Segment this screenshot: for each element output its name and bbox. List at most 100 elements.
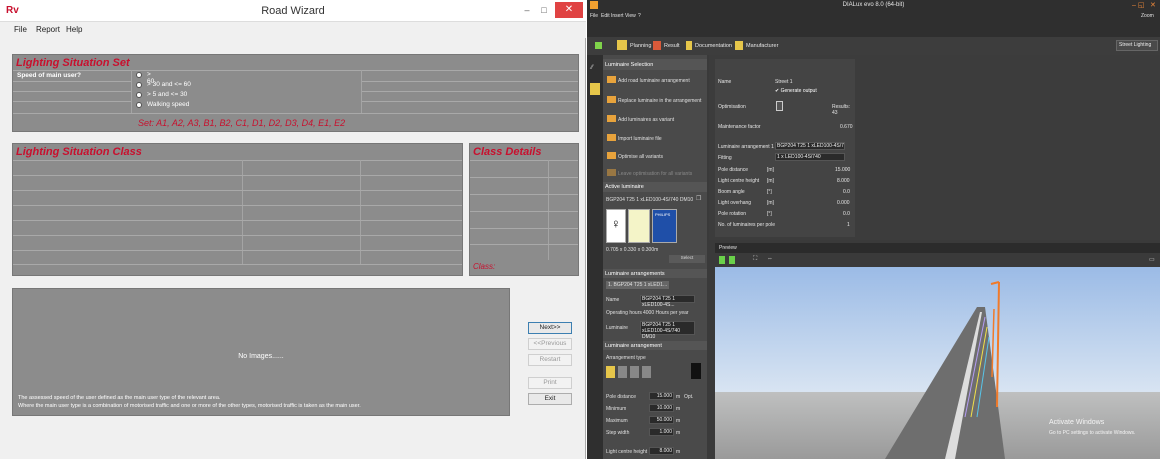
replace-luminaire-icon: [607, 96, 616, 103]
brand-logo: PHILIPS: [652, 209, 677, 243]
images-panel: No Images...... The assessed speed of th…: [12, 288, 510, 416]
menu-report[interactable]: Report: [36, 25, 60, 34]
arrangement-tab[interactable]: 1. BGP204 T25 1 xLED1...: [606, 281, 670, 289]
mode-select[interactable]: Street Lighting: [1116, 40, 1158, 51]
dx-menu-help[interactable]: ?: [638, 13, 641, 19]
arrangement-type-single-icon[interactable]: [606, 366, 615, 378]
radio-button[interactable]: [136, 102, 142, 108]
rail-tool-icon[interactable]: ⁄⁄: [591, 65, 593, 71]
lighting-sets-text: Set: A1, A2, A3, B1, B2, C1, D1, D2, D3,…: [138, 118, 346, 128]
tab-documentation[interactable]: Documentation: [695, 43, 732, 49]
fitting-select[interactable]: 1 x LED100-4S/740: [775, 153, 845, 161]
select-button[interactable]: Select: [669, 255, 705, 263]
maintenance-value[interactable]: 0.670: [840, 124, 853, 130]
copy-icon[interactable]: ❐: [696, 195, 701, 202]
prop-luminaire-arrangement-select[interactable]: BGP204 T25 1 xLED100-4S/740 DM10: [775, 142, 845, 150]
leave-optimisation[interactable]: Leave optimisation for all variants: [618, 171, 692, 177]
maintenance-label: Maintenance factor: [718, 124, 761, 130]
radio-button[interactable]: [136, 72, 142, 78]
dx-menu-edit[interactable]: Edit: [601, 13, 610, 19]
menu-help[interactable]: Help: [66, 25, 82, 34]
arr-luminaire-field[interactable]: BGP204 T25 1 xLED100-4S/740 DM10: [640, 321, 695, 340]
dialux-window: DIALux evo 8.0 (64-bit) – ◱ ✕ File Edit …: [587, 0, 1160, 459]
tab-result[interactable]: Result: [664, 43, 680, 49]
arr-name-field[interactable]: BGP204 T25 1 xLED100-4S...: [640, 295, 695, 308]
prop-light-centre-height-value[interactable]: 8.000: [837, 178, 850, 184]
boom-angle-value[interactable]: 0.0: [843, 189, 850, 195]
class-label: Class:: [473, 262, 496, 271]
bulb-icon: ♀: [611, 216, 621, 231]
boom-angle-label: Boom angle: [718, 189, 745, 195]
name-value[interactable]: Street 1: [775, 79, 793, 85]
arrangement-type-center-icon[interactable]: [630, 366, 639, 378]
preview-toolbar: ⛶ ⇔ ▭: [715, 253, 1160, 267]
maximize-button[interactable]: □: [537, 4, 551, 16]
optimisation-icon[interactable]: [776, 101, 783, 111]
restart-button[interactable]: Restart: [528, 354, 572, 366]
minimum-field[interactable]: 10.000: [649, 404, 674, 412]
import-luminaire-file[interactable]: Import luminaire file: [618, 136, 662, 142]
dialux-close-icon[interactable]: ✕: [1150, 1, 1156, 9]
luminaire-bulb-image: ♀: [606, 209, 626, 243]
preview-panel: Preview ⛶ ⇔ ▭ Activate Windows Go to PC …: [715, 243, 1160, 459]
next-button[interactable]: Next>>: [528, 322, 572, 334]
menu-file[interactable]: File: [14, 25, 27, 34]
dx-menu-file[interactable]: File: [590, 13, 598, 19]
print-button[interactable]: Print: [528, 377, 572, 389]
dialux-min-max-icon[interactable]: – ◱: [1132, 1, 1144, 9]
pole-rotation-value[interactable]: 0.0: [843, 211, 850, 217]
minimize-button[interactable]: –: [520, 4, 534, 16]
operating-hours-value: 4000 Hours per year: [643, 310, 689, 316]
dx-menu-view[interactable]: View: [625, 13, 636, 19]
luminaire-side-panel: Luminaire Selection Add road luminaire a…: [603, 55, 707, 459]
exit-button[interactable]: Exit: [528, 393, 572, 405]
fit-view-icon[interactable]: ⛶: [753, 256, 757, 263]
view-2d-icon[interactable]: [719, 256, 725, 264]
luminaires-per-pole-value[interactable]: 1: [847, 222, 850, 228]
luminaire-selection-header: Luminaire Selection: [603, 59, 707, 70]
optimise-all-variants[interactable]: Optimise all variants: [618, 154, 663, 160]
lighting-situation-set-title: Lighting Situation Set: [16, 57, 130, 69]
add-road-arrangement-icon: [607, 76, 616, 83]
maximum-field[interactable]: 50.000: [649, 416, 674, 424]
import-file-icon: [607, 134, 616, 141]
prop-pole-distance-value[interactable]: 15.000: [835, 167, 850, 173]
previous-button[interactable]: <<Previous: [528, 338, 572, 350]
luminaire-arrangement-header: Luminaire arrangement: [603, 341, 707, 350]
replace-luminaire[interactable]: Replace luminaire in the arrangement: [618, 98, 701, 104]
light-centre-height-field[interactable]: 8.000: [649, 447, 674, 455]
activate-windows-title: Activate Windows: [1049, 419, 1105, 426]
lighting-situation-class-title: Lighting Situation Class: [16, 146, 142, 158]
arrangement-type-both-icon[interactable]: [618, 366, 627, 378]
activate-windows-subtitle: Go to PC settings to activate Windows.: [1049, 430, 1136, 436]
properties-area: Name Street 1 ✔ Generate output Optimisa…: [709, 55, 1160, 240]
tab-manufacturer[interactable]: Manufacturer: [746, 43, 778, 49]
tab-planning[interactable]: Planning: [630, 43, 651, 49]
step-width-field[interactable]: 1.000: [649, 428, 674, 436]
3d-preview-viewport[interactable]: Activate Windows Go to PC settings to ac…: [715, 267, 1160, 459]
view-3d-icon[interactable]: [729, 256, 735, 264]
save-icon[interactable]: [595, 42, 602, 49]
prop-luminaire-arrangement-label: Luminaire arrangement 1: [718, 144, 774, 150]
optimisation-label: Optimisation: [718, 104, 746, 110]
rail-street-icon[interactable]: [590, 83, 600, 95]
add-road-arrangement[interactable]: Add road luminaire arrangement: [618, 78, 690, 84]
add-luminaires-variant[interactable]: Add luminaires as variant: [618, 117, 674, 123]
pole-distance-field[interactable]: 15.000: [649, 392, 674, 400]
generate-output-checkbox[interactable]: ✔ Generate output: [775, 88, 817, 94]
pole-arm: [990, 281, 1000, 285]
pole-icon: [691, 363, 701, 379]
monitor-icon[interactable]: ▭: [1149, 256, 1155, 263]
luminaire-dimensions: 0.705 x 0.330 x 0.300m: [606, 247, 659, 253]
opt-checkbox[interactable]: Opt.: [684, 394, 693, 400]
luminaire-arrangements-header: Luminaire arrangements: [603, 269, 707, 278]
planning-icon: [617, 40, 627, 50]
close-button[interactable]: ✕: [555, 2, 583, 18]
measure-icon[interactable]: ⇔: [767, 256, 773, 262]
arrangement-type-opposite-icon[interactable]: [642, 366, 651, 378]
light-centre-height-label: Light centre height: [606, 449, 648, 455]
radio-button[interactable]: [136, 92, 142, 98]
radio-button[interactable]: [136, 82, 142, 88]
light-overhang-value[interactable]: 0.000: [837, 200, 850, 206]
dx-menu-insert[interactable]: Insert: [611, 13, 624, 19]
